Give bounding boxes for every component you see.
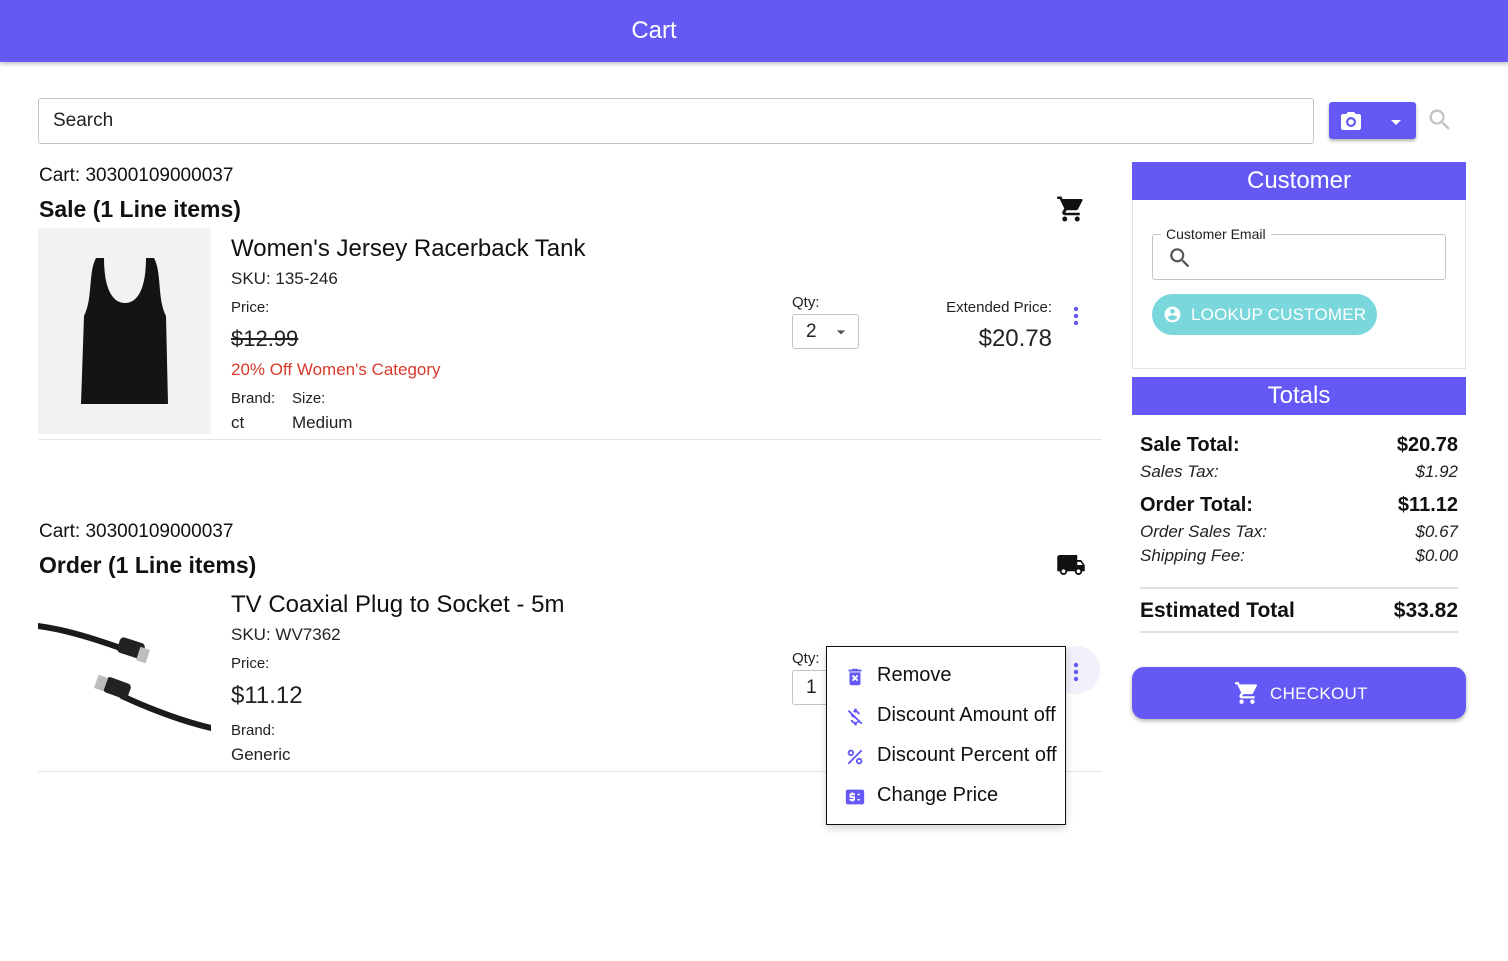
tank-top-image bbox=[38, 228, 211, 434]
order-section-title: Order (1 Line items) bbox=[39, 552, 257, 578]
order-cart-number: Cart: 30300109000037 bbox=[39, 521, 234, 542]
account-circle-icon bbox=[1164, 306, 1181, 323]
sale-qty-value: 2 bbox=[806, 321, 817, 342]
sale-item-brand-label: Brand: bbox=[231, 390, 276, 407]
order-item-price-label: Price: bbox=[231, 655, 270, 672]
menu-item-discount-amount-label: Discount Amount off bbox=[877, 704, 1056, 726]
sale-qty-select[interactable]: 2 bbox=[792, 314, 859, 349]
order-total-value: $11.12 bbox=[1397, 494, 1458, 516]
sale-total-value: $20.78 bbox=[1396, 434, 1458, 456]
sale-section-title: Sale (1 Line items) bbox=[39, 196, 241, 222]
customer-email-label: Customer Email bbox=[1161, 226, 1271, 242]
money-off-icon bbox=[847, 708, 863, 726]
totals-panel-title: Totals bbox=[1132, 377, 1466, 415]
order-sales-tax-label: Order Sales Tax: bbox=[1140, 522, 1267, 541]
totals-rule-bottom bbox=[1140, 631, 1458, 633]
search-input[interactable] bbox=[39, 99, 1313, 143]
order-item-name[interactable]: TV Coaxial Plug to Socket - 5m bbox=[231, 591, 564, 619]
trash-icon bbox=[848, 668, 862, 686]
menu-item-discount-amount[interactable]: Discount Amount off bbox=[827, 697, 1065, 735]
menu-item-discount-percent[interactable]: Discount Percent off bbox=[827, 737, 1065, 775]
totals-rule-top bbox=[1140, 587, 1458, 589]
order-item-brand-label: Brand: bbox=[231, 722, 276, 739]
menu-item-change-price-label: Change Price bbox=[877, 784, 999, 806]
arrow-drop-down-icon bbox=[836, 330, 846, 335]
order-qty-label: Qty: bbox=[792, 650, 820, 667]
sales-tax-label: Sales Tax: bbox=[1140, 462, 1219, 481]
camera-icon bbox=[1341, 112, 1361, 130]
line-item-menu: Remove Discount Amount off Discount Perc… bbox=[826, 646, 1066, 825]
order-item-sku: SKU: WV7362 bbox=[231, 625, 341, 644]
sale-item-discount: 20% Off Women's Category bbox=[231, 360, 441, 379]
sales-tax-value: $1.92 bbox=[1415, 462, 1458, 481]
coaxial-cable-image bbox=[35, 590, 214, 766]
page-title: Cart bbox=[631, 17, 677, 44]
sale-item-size-label: Size: bbox=[292, 390, 326, 407]
more-vertical-icon[interactable] bbox=[1064, 304, 1088, 328]
menu-item-change-price[interactable]: Change Price bbox=[827, 777, 1065, 815]
order-total-label: Order Total: bbox=[1140, 494, 1253, 516]
customer-email-field[interactable]: Customer Email bbox=[1152, 226, 1446, 280]
lookup-customer-button[interactable]: LOOKUP CUSTOMER bbox=[1152, 294, 1377, 335]
checkout-button[interactable]: CHECKOUT bbox=[1132, 667, 1466, 719]
search-field[interactable] bbox=[38, 98, 1314, 144]
shopping-cart-icon bbox=[1235, 682, 1258, 704]
sale-divider bbox=[38, 439, 1102, 440]
estimated-total-label: Estimated Total bbox=[1140, 599, 1295, 622]
sale-item-size: Medium bbox=[292, 413, 353, 432]
shipping-fee-label: Shipping Fee: bbox=[1140, 546, 1245, 565]
sale-ext-price: $20.78 bbox=[978, 325, 1052, 352]
truck-icon bbox=[1057, 555, 1085, 575]
percent-icon bbox=[847, 749, 863, 765]
sale-qty-label: Qty: bbox=[792, 294, 820, 311]
magnifier-icon[interactable] bbox=[1426, 106, 1454, 134]
order-item-brand: Generic bbox=[231, 745, 291, 764]
order-item-price: $11.12 bbox=[231, 682, 303, 709]
menu-item-remove-label: Remove bbox=[877, 664, 952, 686]
scan-button[interactable] bbox=[1329, 102, 1416, 139]
sale-cart-number: Cart: 30300109000037 bbox=[39, 165, 234, 186]
sale-item-brand: ct bbox=[231, 413, 245, 432]
menu-item-discount-percent-label: Discount Percent off bbox=[877, 744, 1057, 766]
more-vertical-icon[interactable] bbox=[1064, 660, 1088, 684]
sale-total-label: Sale Total: bbox=[1140, 434, 1240, 456]
sale-ext-price-label: Extended Price: bbox=[946, 299, 1052, 316]
order-sales-tax-value: $0.67 bbox=[1415, 522, 1458, 541]
menu-item-remove[interactable]: Remove bbox=[827, 657, 1065, 695]
price-change-icon bbox=[845, 789, 865, 805]
sale-item-name[interactable]: Women's Jersey Racerback Tank bbox=[231, 235, 586, 263]
order-qty-value: 1 bbox=[806, 677, 817, 698]
customer-panel-title: Customer bbox=[1132, 162, 1466, 200]
sale-item-sku: SKU: 135-246 bbox=[231, 269, 338, 288]
app-bar: Cart bbox=[0, 0, 1508, 62]
shopping-cart-icon bbox=[1057, 196, 1083, 222]
sale-item-price-label: Price: bbox=[231, 299, 270, 316]
arrow-drop-down-icon[interactable] bbox=[1384, 110, 1408, 134]
lookup-customer-label: LOOKUP CUSTOMER bbox=[1191, 305, 1367, 324]
search-icon bbox=[1170, 248, 1190, 268]
estimated-total-value: $33.82 bbox=[1393, 599, 1458, 622]
sale-item-original-price: $12.99 bbox=[231, 326, 299, 351]
checkout-label: CHECKOUT bbox=[1270, 684, 1368, 703]
shipping-fee-value: $0.00 bbox=[1415, 546, 1458, 565]
